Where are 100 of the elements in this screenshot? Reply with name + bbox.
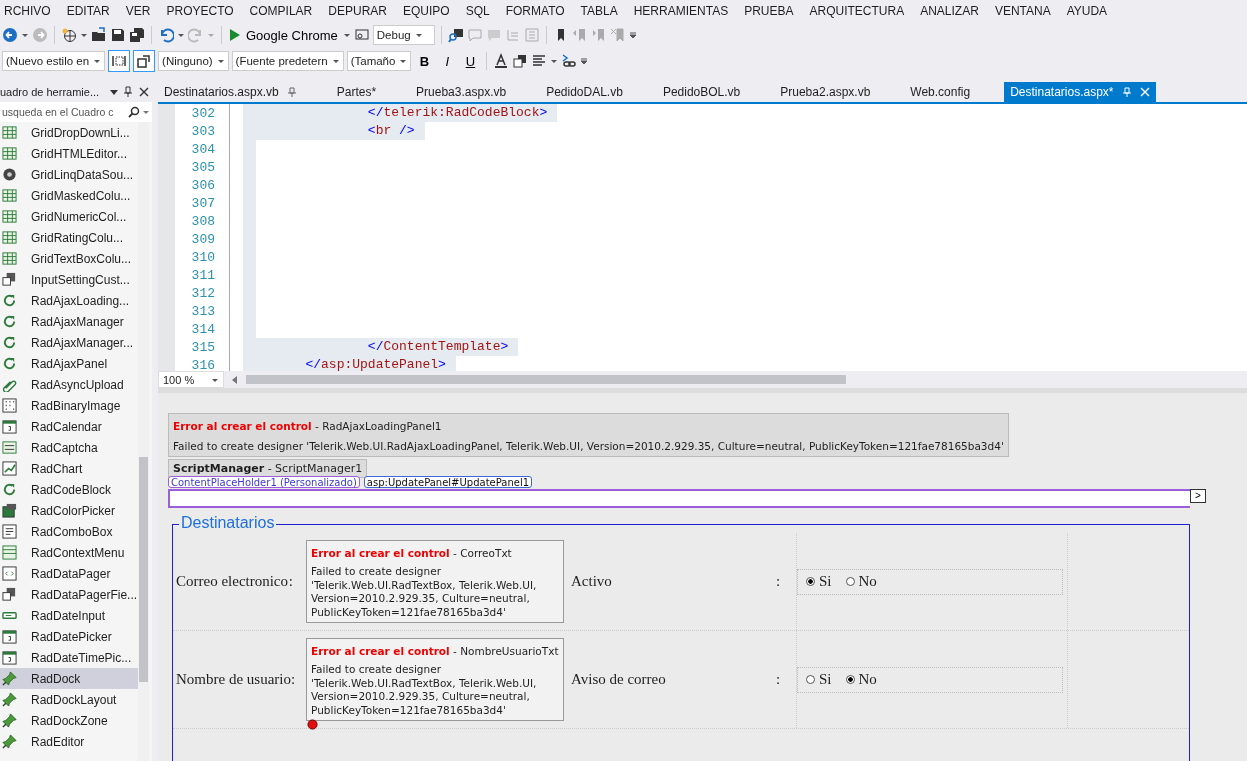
toolbox-item[interactable]: RadAjaxLoading...	[0, 290, 138, 311]
toolbox-item[interactable]: RadAjaxManager...	[0, 332, 138, 353]
menu-item[interactable]: TABLA	[572, 4, 626, 18]
document-tab[interactable]: Web.config	[904, 82, 977, 102]
underline-button[interactable]: U	[460, 53, 481, 69]
menu-item[interactable]: PRUEBA	[736, 4, 802, 18]
menu-item[interactable]: RCHIVO	[0, 4, 59, 18]
dropdown-icon[interactable]	[177, 31, 185, 39]
dropdown-icon[interactable]	[80, 31, 88, 39]
toolbox-item[interactable]: RadChart	[0, 458, 138, 479]
find-icon[interactable]	[447, 27, 464, 43]
radio-option[interactable]: No	[845, 671, 877, 688]
menu-item[interactable]: FORMATO	[497, 4, 573, 18]
toolbox-item[interactable]: RadAjaxPanel	[0, 353, 138, 374]
script-manager-control[interactable]: ScriptManager - ScriptManager1	[168, 459, 368, 478]
toolbox-item[interactable]: GridTextBoxColu...	[0, 248, 138, 269]
close-icon[interactable]	[138, 86, 150, 98]
toolbox-item[interactable]: RadContextMenu	[0, 542, 138, 563]
document-tab[interactable]: Partes*	[330, 82, 383, 102]
toolbox-item[interactable]: GridMaskedColu...	[0, 185, 138, 206]
menu-item[interactable]: EDITAR	[58, 4, 118, 18]
toolbox-item[interactable]: RadCodeBlock	[0, 479, 138, 500]
radio-button[interactable]	[845, 675, 855, 684]
open-file-icon[interactable]	[91, 27, 107, 43]
configuration-dropdown[interactable]: Debug	[372, 25, 435, 45]
radio-option[interactable]: Si	[806, 671, 832, 688]
toolbox-item[interactable]: GridNumericCol...	[0, 206, 138, 227]
menu-item[interactable]: PROYECTO	[158, 4, 242, 18]
browser-icon[interactable]	[353, 27, 370, 43]
zoom-dropdown[interactable]: 100 %	[158, 371, 224, 388]
toolbox-item[interactable]: RadDateTimePic...	[0, 647, 138, 668]
overflow-icon[interactable]	[580, 57, 589, 65]
toolbox-item[interactable]: RadDateInput	[0, 605, 138, 626]
save-icon[interactable]	[110, 27, 126, 43]
toolbox-item[interactable]: GridLinqDataSou...	[0, 164, 138, 185]
size-dropdown[interactable]: (Tamaño	[346, 51, 412, 71]
toolbox-item[interactable]: RadColorPicker	[0, 500, 138, 521]
block-format-dropdown[interactable]: (Ninguno)	[158, 51, 229, 71]
radio-option[interactable]: Si	[806, 573, 832, 590]
scroll-left-icon[interactable]	[230, 374, 240, 385]
select-icon[interactable]	[108, 50, 131, 72]
menu-item[interactable]: COMPILAR	[241, 4, 321, 18]
style-dropdown[interactable]: (Nuevo estilo en	[2, 51, 106, 71]
toolbox-item[interactable]: GridDropDownLi...	[0, 122, 138, 143]
scrollbar-thumb[interactable]	[246, 375, 846, 384]
toolbox-item[interactable]: RadDockZone	[0, 710, 138, 731]
menu-item[interactable]: AYUDA	[1058, 4, 1116, 18]
radio-button[interactable]	[806, 577, 815, 586]
document-tab[interactable]: Prueba2.aspx.vb	[774, 82, 877, 102]
menu-item[interactable]: EQUIPO	[395, 4, 458, 18]
document-tab[interactable]: Destinatarios.aspx.vb	[158, 82, 303, 102]
link-icon[interactable]	[561, 53, 578, 69]
toolbox-item[interactable]: RadCaptcha	[0, 437, 138, 458]
search-field[interactable]: usqueda en el Cuadro c	[0, 102, 152, 122]
dropdown-icon[interactable]	[110, 88, 118, 96]
dropdown-icon[interactable]	[550, 57, 559, 65]
resize-icon[interactable]	[133, 50, 156, 72]
toolbox-item[interactable]: RadDock	[0, 668, 138, 689]
align-icon[interactable]	[531, 53, 548, 69]
background-color-icon[interactable]	[512, 53, 529, 69]
italic-button[interactable]: I	[437, 53, 458, 69]
save-all-icon[interactable]	[129, 27, 145, 43]
toolbox-item[interactable]: GridHTMLEditor...	[0, 143, 138, 164]
text-color-icon[interactable]	[493, 53, 510, 69]
radio-button[interactable]	[845, 577, 855, 586]
menu-item[interactable]: VER	[117, 4, 159, 18]
toolbox-item[interactable]: RadDataPager	[0, 563, 138, 584]
pin-icon[interactable]	[122, 86, 134, 98]
menu-item[interactable]: HERRAMIENTAS	[625, 4, 737, 18]
back-icon[interactable]	[2, 27, 18, 43]
run-button[interactable]: Google Chrome	[228, 27, 340, 43]
toolbox-item[interactable]: GridRatingColu...	[0, 227, 138, 248]
menu-item[interactable]: ANALIZAR	[912, 4, 987, 18]
scrollbar-thumb[interactable]	[139, 457, 148, 682]
font-dropdown[interactable]: (Fuente predetern	[231, 51, 344, 71]
toolbox-item[interactable]: RadDatePicker	[0, 626, 138, 647]
toolbox-item[interactable]: RadEditor	[0, 731, 138, 752]
document-tab[interactable]: PedidoDAL.vb	[540, 82, 629, 102]
toolbox-item[interactable]: RadCalendar	[0, 416, 138, 437]
expand-button[interactable]: >	[1190, 489, 1206, 503]
menu-item[interactable]: VENTANA	[986, 4, 1059, 18]
menu-item[interactable]: SQL	[457, 4, 498, 18]
undo-icon[interactable]	[158, 27, 174, 43]
toolbox-item[interactable]: RadAsyncUpload	[0, 374, 138, 395]
toolbox-item[interactable]: RadDockLayout	[0, 689, 138, 710]
menu-item[interactable]: DEPURAR	[320, 4, 395, 18]
toolbox-item[interactable]: RadAjaxManager	[0, 311, 138, 332]
dropdown-icon[interactable]	[21, 31, 29, 39]
toolbox-item[interactable]: RadDataPagerFie...	[0, 584, 138, 605]
document-tab[interactable]: PedidoBOL.vb	[656, 82, 747, 102]
bold-button[interactable]: B	[414, 53, 435, 69]
pin-icon[interactable]	[286, 87, 297, 97]
toolbox-item[interactable]: RadBinaryImage	[0, 395, 138, 416]
menu-item[interactable]: ARQUITECTURA	[801, 4, 913, 18]
toolbox-item[interactable]: RadComboBox	[0, 521, 138, 542]
content-placeholder-tag[interactable]: ContentPlaceHolder1 (Personalizado)	[168, 476, 360, 488]
radio-option[interactable]: No	[845, 573, 877, 590]
dropdown-icon[interactable]	[342, 31, 351, 39]
update-panel-tag[interactable]: asp:UpdatePanel#UpdatePanel1	[363, 476, 533, 488]
document-tab[interactable]: Prueba3.aspx.vb	[410, 82, 513, 102]
